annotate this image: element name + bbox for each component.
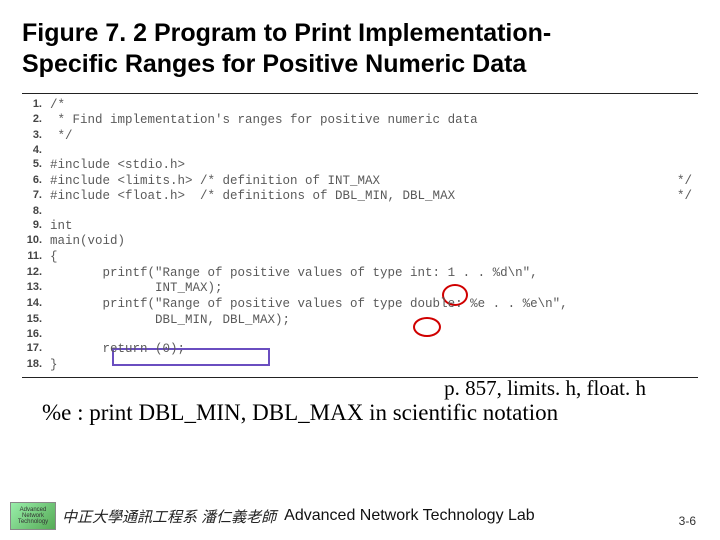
line-number: 10. [22, 234, 50, 248]
code-line: 4. [22, 144, 698, 158]
code-text: INT_MAX); [50, 281, 698, 297]
code-line: 13. INT_MAX); [22, 281, 698, 297]
slide: Figure 7. 2 Program to Print Implementat… [0, 0, 720, 540]
line-number: 13. [22, 281, 50, 295]
lab-logo-icon: Advanced Network Technology [10, 502, 56, 530]
code-line: 7.#include <float.h> /* definitions of D… [22, 189, 698, 205]
slide-number: 3-6 [679, 514, 696, 528]
code-line: 10.main(void) [22, 234, 698, 250]
line-number: 7. [22, 189, 50, 203]
page-reference-annotation: p. 857, limits. h, float. h [444, 376, 646, 401]
code-line: 5.#include <stdio.h> [22, 158, 698, 174]
footer-english-text: Advanced Network Technology Lab [284, 507, 535, 525]
code-text: * Find implementation's ranges for posit… [50, 113, 698, 129]
code-text: DBL_MIN, DBL_MAX); [50, 313, 698, 329]
title-line-2: Specific Ranges for Positive Numeric Dat… [22, 50, 526, 78]
line-number: 14. [22, 297, 50, 311]
code-text: printf("Range of positive values of type… [50, 266, 698, 282]
code-text: #include <limits.h> /* definition of INT… [50, 174, 698, 190]
code-line: 2. * Find implementation's ranges for po… [22, 113, 698, 129]
code-line: 11.{ [22, 250, 698, 266]
comment-close: */ [677, 174, 692, 190]
code-line: 17. return (0); [22, 342, 698, 358]
code-line: 16. [22, 328, 698, 342]
line-number: 15. [22, 313, 50, 327]
footer-chinese-text: 中正大學通訊工程系 潘仁義老師 [62, 506, 276, 527]
code-line: 8. [22, 205, 698, 219]
code-text: main(void) [50, 234, 698, 250]
code-listing: p. 857, limits. h, float. h 1./*2. * Fin… [22, 93, 698, 379]
code-line: 12. printf("Range of positive values of … [22, 266, 698, 282]
line-number: 6. [22, 174, 50, 188]
line-number: 2. [22, 113, 50, 127]
code-text: */ [50, 129, 698, 145]
line-number: 18. [22, 358, 50, 372]
code-text: #include <stdio.h> [50, 158, 698, 174]
code-text: } [50, 358, 698, 374]
line-number: 9. [22, 219, 50, 233]
figure-title: Figure 7. 2 Program to Print Implementat… [22, 18, 698, 81]
comment-close: */ [677, 189, 692, 205]
code-text: return (0); [50, 342, 698, 358]
code-text: printf("Range of positive values of type… [50, 297, 698, 313]
code-line: 1./* [22, 98, 698, 114]
line-number: 4. [22, 144, 50, 158]
footer: Advanced Network Technology 中正大學通訊工程系 潘仁… [0, 502, 720, 530]
line-number: 3. [22, 129, 50, 143]
line-number: 5. [22, 158, 50, 172]
code-line: 3. */ [22, 129, 698, 145]
code-text: int [50, 219, 698, 235]
code-line: 9.int [22, 219, 698, 235]
line-number: 8. [22, 205, 50, 219]
code-text: #include <float.h> /* definitions of DBL… [50, 189, 698, 205]
code-line: 15. DBL_MIN, DBL_MAX); [22, 313, 698, 329]
line-number: 12. [22, 266, 50, 280]
code-text: { [50, 250, 698, 266]
format-specifier-note: %e : print DBL_MIN, DBL_MAX in scientifi… [42, 400, 698, 426]
title-line-1: Figure 7. 2 Program to Print Implementat… [22, 19, 551, 47]
line-number: 16. [22, 328, 50, 342]
code-line: 18.} [22, 358, 698, 374]
line-number: 17. [22, 342, 50, 356]
line-number: 1. [22, 98, 50, 112]
code-line: 14. printf("Range of positive values of … [22, 297, 698, 313]
line-number: 11. [22, 250, 50, 264]
code-text: /* [50, 98, 698, 114]
code-line: 6.#include <limits.h> /* definition of I… [22, 174, 698, 190]
